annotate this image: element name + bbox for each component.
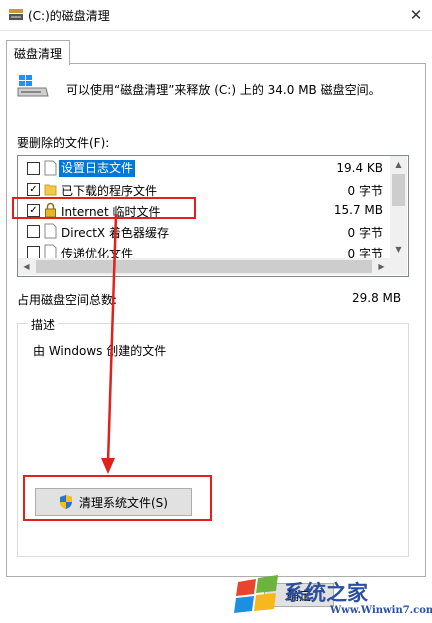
file-size: 15.7 MB bbox=[333, 203, 383, 217]
scroll-left-icon[interactable]: ◀ bbox=[18, 258, 35, 275]
vertical-scroll-thumb[interactable] bbox=[392, 174, 405, 206]
drive-icon bbox=[17, 75, 49, 97]
scroll-up-icon[interactable]: ▲ bbox=[390, 156, 407, 173]
scroll-right-icon[interactable]: ▶ bbox=[373, 258, 390, 275]
file-size: 0 字节 bbox=[347, 226, 383, 240]
watermark-url: Www.Winwin7.com bbox=[330, 605, 432, 616]
list-item[interactable]: DirectX 着色器缓存 0 字节 bbox=[18, 221, 391, 242]
checkbox[interactable] bbox=[27, 162, 40, 175]
horizontal-scroll-thumb[interactable] bbox=[36, 260, 372, 273]
description-title: 描述 bbox=[28, 316, 59, 333]
document-icon bbox=[44, 223, 57, 239]
files-to-delete-label: 要删除的文件(F): bbox=[17, 136, 110, 150]
watermark-text: 系统之家 bbox=[284, 580, 368, 605]
folder-icon bbox=[44, 184, 57, 196]
scroll-down-icon[interactable]: ▼ bbox=[390, 241, 407, 258]
window-title: (C:)的磁盘清理 bbox=[28, 9, 110, 23]
description-text: 由 Windows 创建的文件 bbox=[33, 344, 167, 358]
file-name: 设置日志文件 bbox=[59, 160, 136, 177]
close-button[interactable]: ✕ bbox=[400, 0, 432, 30]
annotation-highlight-button bbox=[23, 475, 212, 521]
annotation-highlight-row bbox=[12, 197, 196, 219]
windows-logo-watermark bbox=[234, 575, 278, 613]
list-item[interactable]: 设置日志文件 19.4 KB bbox=[18, 158, 391, 179]
total-space-label: 占用磁盘空间总数: bbox=[17, 293, 118, 307]
file-size: 19.4 KB bbox=[336, 161, 383, 175]
checkbox[interactable] bbox=[27, 225, 40, 238]
close-icon: ✕ bbox=[409, 6, 423, 24]
total-space-value: 29.8 MB bbox=[352, 291, 402, 305]
free-space-info: 可以使用“磁盘清理”来释放 (C:) 上的 34.0 MB 磁盘空间。 bbox=[66, 83, 381, 97]
vertical-scrollbar[interactable]: ▲ ▼ bbox=[390, 156, 407, 258]
file-size: 0 字节 bbox=[347, 184, 383, 198]
document-icon bbox=[44, 160, 57, 176]
horizontal-scrollbar[interactable]: ◀ ▶ bbox=[18, 258, 407, 275]
checkbox[interactable]: ✓ bbox=[27, 183, 40, 196]
disk-cleanup-app-icon bbox=[9, 9, 23, 20]
file-name: DirectX 着色器缓存 bbox=[61, 226, 169, 240]
tab-disk-cleanup[interactable]: 磁盘清理 bbox=[6, 40, 70, 65]
